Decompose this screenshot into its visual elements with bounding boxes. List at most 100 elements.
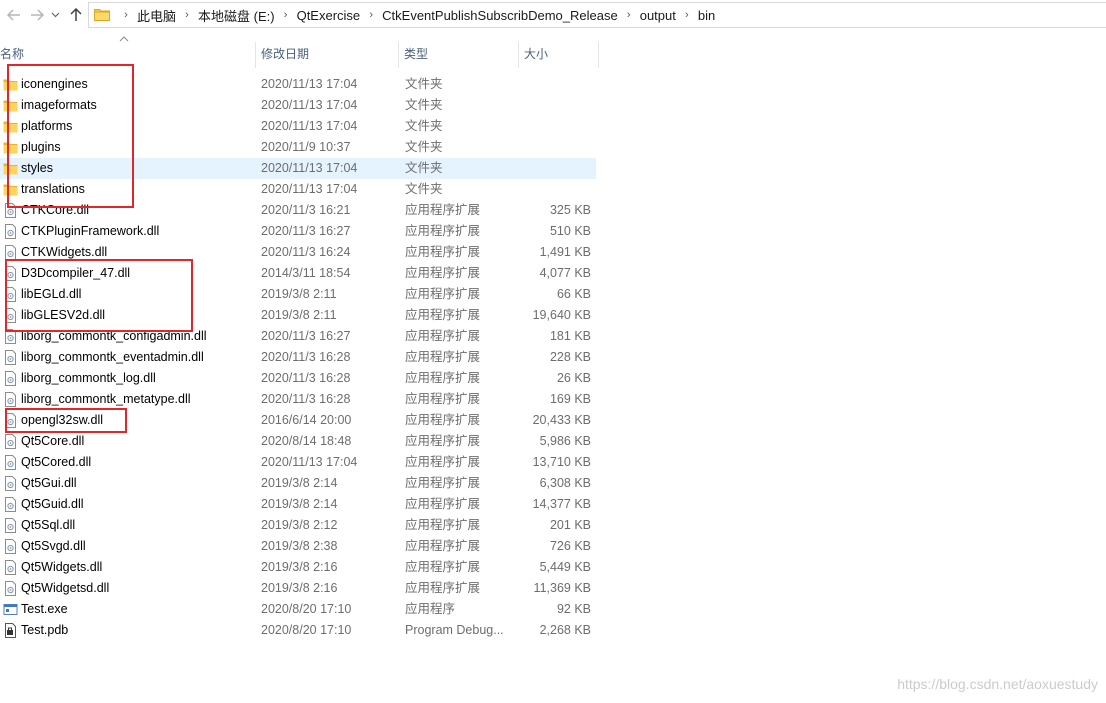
file-type: 应用程序扩展	[405, 476, 481, 490]
file-type: 应用程序扩展	[405, 434, 481, 448]
file-explorer-window: › 此电脑 › 本地磁盘 (E:) › QtExercise › CtkEventPublis…	[0, 0, 1106, 703]
file-type: 应用程序扩展	[405, 497, 481, 511]
file-name: Qt5Cored.dll	[21, 455, 92, 469]
file-modified-date: 2016/6/14 20:00	[261, 413, 352, 427]
chevron-down-icon	[51, 12, 59, 18]
file-modified-date: 2019/3/8 2:12	[261, 518, 338, 532]
file-name: Qt5Gui.dll	[21, 476, 77, 490]
file-type: Program Debug...	[405, 623, 504, 637]
file-row[interactable]: Qt5Cored.dll 2020/11/13 17:04 应用程序扩展 13,710…	[0, 452, 596, 473]
file-modified-date: 2020/11/3 16:28	[261, 371, 351, 385]
file-modified-date: 2020/11/3 16:24	[261, 245, 351, 259]
file-modified-date: 2019/3/8 2:14	[261, 497, 338, 511]
back-button[interactable]	[4, 5, 24, 25]
file-type: 应用程序	[405, 602, 456, 616]
breadcrumb-separator-icon[interactable]: ›	[275, 9, 297, 21]
dll-file-icon	[3, 434, 18, 449]
file-row[interactable]: Qt5Guid.dll 2019/3/8 2:14 应用程序扩展 14,377 KB	[0, 494, 596, 515]
file-type: 文件夹	[405, 161, 443, 175]
file-type: 应用程序扩展	[405, 413, 481, 427]
breadcrumb-separator-icon[interactable]: ›	[360, 9, 382, 21]
column-header-date[interactable]: 修改日期	[256, 42, 399, 68]
file-name: CTKPluginFramework.dll	[21, 224, 160, 238]
file-type: 文件夹	[405, 119, 443, 133]
recent-locations-button[interactable]	[48, 5, 62, 25]
file-size: 5,449 KB	[539, 560, 591, 574]
file-size	[500, 74, 591, 95]
breadcrumb-separator-icon[interactable]: ›	[618, 9, 640, 21]
file-size: 20,433 KB	[532, 413, 591, 427]
breadcrumb-item[interactable]: › 此电脑	[115, 6, 176, 25]
file-name: Qt5Guid.dll	[21, 497, 84, 511]
breadcrumb-item[interactable]: › CtkEventPublishSubscribDemo_Release	[360, 8, 617, 23]
file-modified-date: 2020/11/3 16:21	[261, 203, 351, 217]
dll-file-icon	[3, 392, 18, 407]
file-type: 应用程序扩展	[405, 560, 481, 574]
column-header-size[interactable]: 大小	[519, 42, 599, 68]
up-arrow-icon	[70, 8, 82, 21]
dll-file-icon	[3, 224, 18, 239]
dll-file-icon	[3, 581, 18, 596]
file-size: 2,268 KB	[539, 623, 591, 637]
file-row[interactable]: Qt5Sql.dll 2019/3/8 2:12 应用程序扩展 201 KB	[0, 515, 596, 536]
file-name: Qt5Widgets.dll	[21, 560, 103, 574]
file-modified-date: 2020/11/3 16:28	[261, 392, 351, 406]
breadcrumb-separator-icon[interactable]: ›	[176, 9, 198, 21]
file-type: 应用程序扩展	[405, 455, 481, 469]
breadcrumb-item[interactable]: › QtExercise	[275, 8, 360, 23]
breadcrumb: › 此电脑 › 本地磁盘 (E:) › QtExercise › CtkEventPublis…	[115, 3, 715, 27]
breadcrumb-item[interactable]: › bin	[676, 8, 715, 23]
annotation-box	[5, 259, 193, 332]
dll-file-icon	[3, 371, 18, 386]
file-row[interactable]: liborg_commontk_eventadmin.dll 2020/11/3 …	[0, 347, 596, 368]
annotation-box	[5, 408, 127, 433]
breadcrumb-item[interactable]: › 本地磁盘 (E:)	[176, 6, 275, 25]
file-size: 14,377 KB	[532, 497, 591, 511]
file-name: liborg_commontk_eventadmin.dll	[21, 350, 204, 364]
file-modified-date: 2014/3/11 18:54	[261, 266, 351, 280]
up-button[interactable]	[66, 5, 86, 25]
navigation-bar: › 此电脑 › 本地磁盘 (E:) › QtExercise › CtkEventPublis…	[0, 0, 1106, 32]
file-row[interactable]: Test.pdb 2020/8/20 17:10 Program Debug... 2…	[0, 620, 596, 641]
column-header-type[interactable]: 类型	[399, 42, 519, 68]
file-type: 文件夹	[405, 77, 443, 91]
file-modified-date: 2019/3/8 2:11	[261, 287, 337, 301]
forward-arrow-icon	[31, 9, 44, 21]
breadcrumb-label: 本地磁盘 (E:)	[198, 8, 275, 24]
file-modified-date: 2020/11/9 10:37	[261, 140, 351, 154]
file-row[interactable]: Qt5Widgets.dll 2019/3/8 2:16 应用程序扩展 5,449 K…	[0, 557, 596, 578]
breadcrumb-separator-icon[interactable]: ›	[676, 9, 698, 21]
folder-icon	[94, 7, 110, 24]
file-row[interactable]: Qt5Svgd.dll 2019/3/8 2:38 应用程序扩展 726 KB	[0, 536, 596, 557]
file-row[interactable]: Test.exe 2020/8/20 17:10 应用程序 92 KB	[0, 599, 596, 620]
back-arrow-icon	[7, 9, 20, 21]
file-modified-date: 2020/8/14 18:48	[261, 434, 352, 448]
forward-button[interactable]	[27, 5, 47, 25]
file-row[interactable]: liborg_commontk_metatype.dll 2020/11/3 16…	[0, 389, 596, 410]
file-size: 4,077 KB	[539, 266, 591, 280]
file-modified-date: 2020/11/3 16:27	[261, 329, 351, 343]
file-type: 应用程序扩展	[405, 518, 481, 532]
file-row[interactable]: Qt5Core.dll 2020/8/14 18:48 应用程序扩展 5,986 KB	[0, 431, 596, 452]
file-type: 应用程序扩展	[405, 392, 481, 406]
file-size: 228 KB	[549, 350, 591, 364]
pdb-file-icon	[3, 623, 18, 638]
address-bar[interactable]: › 此电脑 › 本地磁盘 (E:) › QtExercise › CtkEventPublis…	[88, 2, 1106, 28]
dll-file-icon	[3, 455, 18, 470]
annotation-box	[7, 64, 134, 208]
file-modified-date: 2020/8/20 17:10	[261, 623, 352, 637]
file-type: 应用程序扩展	[405, 224, 481, 238]
breadcrumb-item[interactable]: › output	[618, 8, 676, 23]
file-modified-date: 2019/3/8 2:14	[261, 476, 338, 490]
file-row[interactable]: Qt5Widgetsd.dll 2019/3/8 2:16 应用程序扩展 11,369…	[0, 578, 596, 599]
file-row[interactable]: CTKPluginFramework.dll 2020/11/3 16:27 应用程…	[0, 221, 596, 242]
file-modified-date: 2020/11/13 17:04	[261, 161, 358, 175]
file-row[interactable]: Qt5Gui.dll 2019/3/8 2:14 应用程序扩展 6,308 KB	[0, 473, 596, 494]
file-type: 应用程序扩展	[405, 203, 481, 217]
breadcrumb-separator-icon[interactable]: ›	[115, 9, 137, 21]
file-type: 文件夹	[405, 182, 443, 196]
dll-file-icon	[3, 350, 18, 365]
file-row[interactable]: liborg_commontk_log.dll 2020/11/3 16:28 应用…	[0, 368, 596, 389]
dll-file-icon	[3, 497, 18, 512]
file-modified-date: 2020/11/3 16:28	[261, 350, 351, 364]
